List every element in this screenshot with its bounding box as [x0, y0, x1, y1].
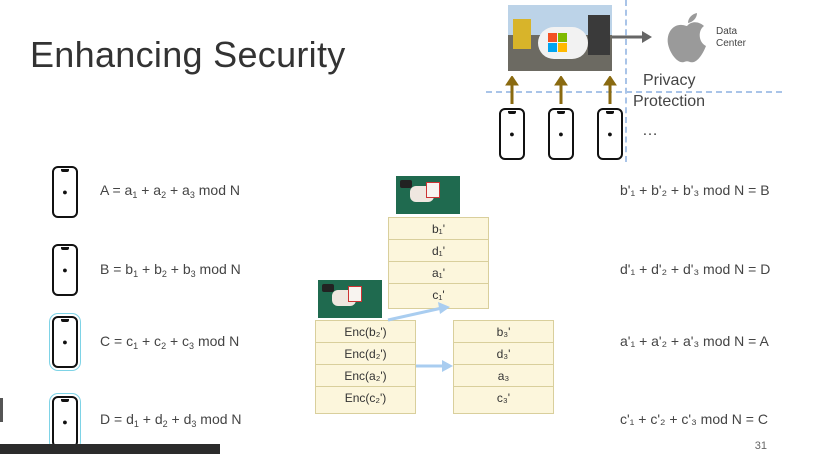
more-ellipsis: … [642, 122, 658, 139]
smartphone-icon: ● [597, 108, 623, 160]
smartphone-icon: ● [548, 108, 574, 160]
equation-b: B = b1 + b2 + b3 mod N [100, 261, 241, 279]
privacy-label-line1: Privacy [643, 72, 696, 89]
privacy-boundary-vertical [625, 0, 627, 162]
stack-cell: d₃' [454, 343, 553, 365]
smartphone-icon: ● [52, 244, 78, 296]
transfer-arrows [387, 302, 453, 372]
stack-server-three: b₃' d₃' a₃ c₃' [453, 320, 554, 414]
hand-photo-left [318, 280, 382, 318]
windows-logo-icon [548, 33, 568, 53]
stack-cell: c₃' [496, 391, 511, 405]
stack-cell: a₁' [389, 262, 488, 284]
stack-cell: a₃ [454, 365, 553, 387]
apple-logo-icon [667, 13, 706, 63]
result-equation-b: b'₁ + b'₂ + b'₃ mod N = B [620, 182, 770, 198]
smartphone-icon: ● [52, 166, 78, 218]
smartphone-icon: ● [499, 108, 525, 160]
equation-d: D = d1 + d2 + d3 mod N [100, 411, 242, 429]
equation-a: A = a1 + a2 + a3 mod N [100, 182, 240, 200]
upload-arrows [505, 76, 617, 104]
stack-cell: d₁' [389, 240, 488, 262]
hand-photo-top [396, 176, 460, 214]
stack-cell: b₁' [389, 218, 488, 240]
data-center-line2: Center [716, 38, 747, 49]
side-tab [0, 398, 3, 422]
result-equation-a: a'₁ + a'₂ + a'₃ mod N = A [620, 333, 769, 349]
data-center-line1: Data [716, 26, 738, 37]
stack-server-one: b₁' d₁' a₁' c₁' [388, 217, 489, 309]
stack-cell: b₃' [454, 321, 553, 343]
slide-title: Enhancing Security [30, 34, 346, 75]
stack-cell: Enc(c₂') [344, 391, 387, 405]
arrow-to-datacenter [612, 31, 652, 43]
result-equation-c: c'₁ + c'₂ + c'₃ mod N = C [620, 411, 768, 427]
equation-c: C = c1 + c2 + c3 mod N [100, 333, 240, 351]
caption-bar [0, 444, 220, 454]
data-center-label: Data Center [716, 26, 746, 50]
result-equation-d: d'₁ + d'₂ + d'₃ mod N = D [620, 261, 771, 277]
smartphone-icon: ● [49, 393, 81, 451]
smartphone-icon: ● [49, 313, 81, 371]
page-number: 31 [754, 440, 767, 452]
harbor-photo [508, 5, 612, 71]
privacy-label-line2: Protection [633, 93, 706, 110]
